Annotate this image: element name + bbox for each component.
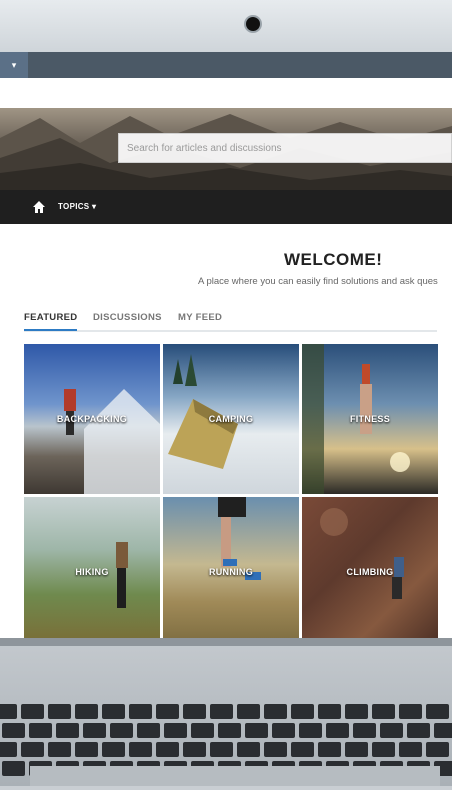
keyboard-key bbox=[372, 704, 395, 719]
home-icon[interactable] bbox=[33, 201, 45, 213]
topic-label: HIKING bbox=[75, 567, 109, 577]
keyboard-key bbox=[56, 723, 79, 738]
keyboard-key bbox=[345, 742, 368, 757]
keyboard-key bbox=[380, 723, 403, 738]
keyboard-key bbox=[264, 704, 287, 719]
keyboard-key bbox=[245, 723, 268, 738]
keyboard-key bbox=[237, 742, 260, 757]
tab-discussions[interactable]: DISCUSSIONS bbox=[93, 312, 162, 323]
topic-label: CLIMBING bbox=[346, 567, 394, 577]
laptop-front-edge bbox=[30, 766, 440, 786]
menu-dropdown-button[interactable]: ▾ bbox=[0, 52, 28, 78]
keyboard-key bbox=[210, 742, 233, 757]
topic-tile-running[interactable]: RUNNING bbox=[163, 497, 299, 638]
topic-label: CAMPING bbox=[208, 414, 254, 424]
keyboard-key bbox=[426, 742, 449, 757]
caret-down-icon: ▾ bbox=[91, 202, 97, 211]
topic-grid: BACKPACKING CAMPING FITNESS HIKING RUNNI… bbox=[24, 344, 438, 638]
keyboard-key bbox=[434, 723, 452, 738]
webcam-icon bbox=[246, 17, 260, 31]
keyboard-key bbox=[426, 704, 449, 719]
keyboard-key bbox=[21, 742, 44, 757]
keyboard-key bbox=[129, 704, 152, 719]
keyboard-key bbox=[218, 723, 241, 738]
keyboard-key bbox=[75, 742, 98, 757]
keyboard-key bbox=[164, 723, 187, 738]
hero-banner: Search for articles and discussions bbox=[0, 108, 452, 190]
keyboard-key bbox=[183, 704, 206, 719]
keyboard-key bbox=[399, 704, 422, 719]
keyboard-key bbox=[399, 742, 422, 757]
tab-featured[interactable]: FEATURED bbox=[24, 312, 78, 331]
keyboard-key bbox=[2, 723, 25, 738]
keyboard-key bbox=[48, 742, 71, 757]
keyboard-key bbox=[191, 723, 214, 738]
keyboard-key bbox=[407, 723, 430, 738]
keyboard-key bbox=[237, 704, 260, 719]
web-page: Search for articles and discussions TOPI… bbox=[0, 78, 452, 638]
keyboard-key bbox=[345, 704, 368, 719]
content-tabs: FEATURED DISCUSSIONS MY FEED bbox=[24, 312, 437, 332]
keyboard-key bbox=[2, 761, 25, 776]
keyboard-key bbox=[0, 704, 17, 719]
keyboard-key bbox=[318, 704, 341, 719]
page-subtitle: A place where you can easily find soluti… bbox=[198, 276, 438, 287]
keyboard-key bbox=[353, 723, 376, 738]
keyboard-key bbox=[318, 742, 341, 757]
topic-label: FITNESS bbox=[349, 414, 391, 424]
keyboard-key bbox=[102, 704, 125, 719]
topic-tile-climbing[interactable]: CLIMBING bbox=[302, 497, 438, 638]
topic-tile-hiking[interactable]: HIKING bbox=[24, 497, 160, 638]
topic-tile-backpacking[interactable]: BACKPACKING bbox=[24, 344, 160, 494]
laptop-keyboard-deck bbox=[0, 638, 452, 786]
keyboard-key bbox=[129, 742, 152, 757]
keyboard-key bbox=[110, 723, 133, 738]
keyboard-key bbox=[210, 704, 233, 719]
search-input[interactable]: Search for articles and discussions bbox=[118, 133, 452, 163]
keyboard-key bbox=[48, 704, 71, 719]
keyboard-key bbox=[183, 742, 206, 757]
laptop-hinge bbox=[0, 638, 452, 646]
keyboard-key bbox=[102, 742, 125, 757]
keyboard-key bbox=[21, 704, 44, 719]
keyboard-key bbox=[156, 704, 179, 719]
topics-label: TOPICS bbox=[58, 202, 90, 211]
keyboard-key bbox=[291, 742, 314, 757]
keyboard-key bbox=[75, 704, 98, 719]
keyboard-key bbox=[29, 723, 52, 738]
keyboard-key bbox=[326, 723, 349, 738]
keyboard-key bbox=[272, 723, 295, 738]
topic-tile-fitness[interactable]: FITNESS bbox=[302, 344, 438, 494]
keyboard-key bbox=[299, 723, 322, 738]
keyboard-key bbox=[83, 723, 106, 738]
tab-my-feed[interactable]: MY FEED bbox=[178, 312, 222, 323]
page-title: WELCOME! bbox=[284, 250, 383, 269]
chevron-down-icon: ▾ bbox=[11, 59, 17, 70]
topic-label: RUNNING bbox=[208, 567, 254, 577]
keyboard-key bbox=[156, 742, 179, 757]
keyboard-key bbox=[264, 742, 287, 757]
topic-tile-camping[interactable]: CAMPING bbox=[163, 344, 299, 494]
laptop-bezel bbox=[0, 0, 452, 52]
app-toolbar: ▾ bbox=[0, 52, 452, 78]
keyboard-key bbox=[0, 742, 17, 757]
topics-menu[interactable]: TOPICS ▾ bbox=[58, 202, 96, 211]
keyboard-key bbox=[372, 742, 395, 757]
topic-label: BACKPACKING bbox=[56, 414, 128, 424]
keyboard-key bbox=[137, 723, 160, 738]
keyboard-key bbox=[291, 704, 314, 719]
top-nav: TOPICS ▾ bbox=[0, 190, 452, 224]
